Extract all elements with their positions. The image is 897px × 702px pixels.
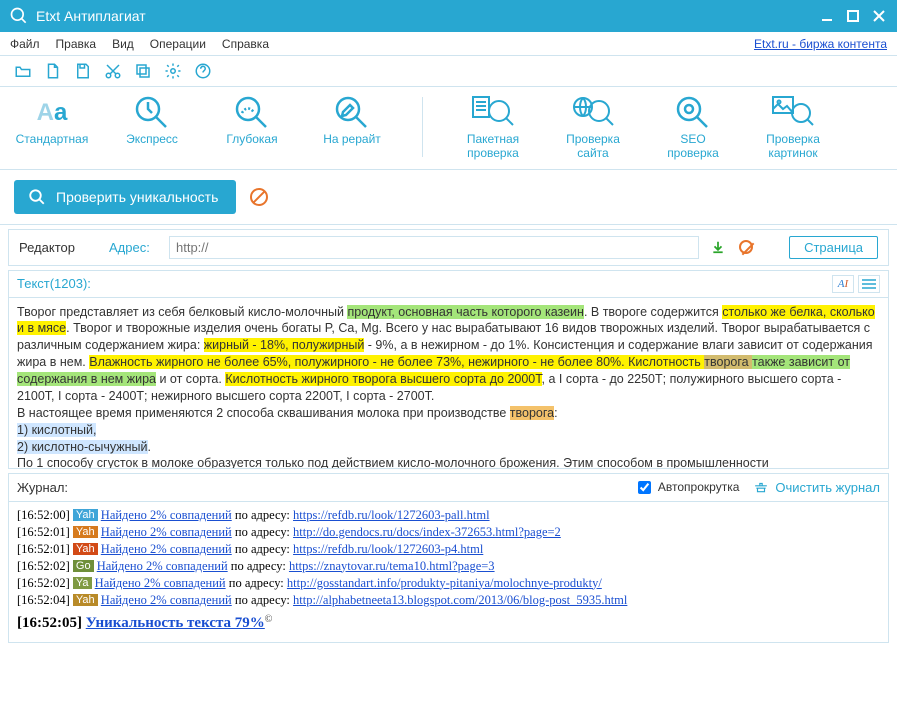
source-badge: Yah xyxy=(73,543,98,555)
log-url[interactable]: https://refdb.ru/look/1272603-p4.html xyxy=(293,542,483,556)
workspace-row: Редактор Адрес: Страница xyxy=(8,229,889,266)
close-button[interactable] xyxy=(869,6,889,26)
log-match-link[interactable]: Найдено 2% совпадений xyxy=(101,542,232,556)
help-icon[interactable] xyxy=(194,62,212,80)
address-label: Адрес: xyxy=(109,240,159,255)
log-timestamp: [16:52:01] xyxy=(17,525,70,539)
menu-file[interactable]: Файл xyxy=(10,37,40,51)
log-url[interactable]: https://znaytovar.ru/tema10.html?page=3 xyxy=(289,559,495,573)
autoscroll-toggle[interactable]: Автопрокрутка xyxy=(634,478,739,497)
log-timestamp: [16:52:02] xyxy=(17,559,70,573)
run-check-button[interactable]: Проверить уникальность xyxy=(14,180,236,214)
address-input[interactable] xyxy=(169,236,699,259)
app-title: Etxt Антиплагиат xyxy=(36,8,146,24)
source-badge: Yah xyxy=(73,526,98,538)
log-url[interactable]: https://refdb.ru/look/1272603-pall.html xyxy=(293,508,490,522)
menu-edit[interactable]: Правка xyxy=(56,37,97,51)
source-badge: Ya xyxy=(73,577,92,589)
log-timestamp: [16:52:04] xyxy=(17,593,70,607)
toolbar xyxy=(0,56,897,87)
stop-button[interactable] xyxy=(250,188,268,206)
copyright-icon: © xyxy=(265,614,273,625)
menu-view[interactable]: Вид xyxy=(112,37,134,51)
lines-button[interactable] xyxy=(858,275,880,293)
save-icon[interactable] xyxy=(74,62,92,80)
new-doc-icon[interactable] xyxy=(44,62,62,80)
log-match-link[interactable]: Найдено 2% совпадений xyxy=(101,525,232,539)
prohibit-icon[interactable] xyxy=(737,238,755,256)
action-bar: Aa Стандартная Экспресс Глубокая На рера… xyxy=(0,87,897,170)
action-batch-label: Пакетная проверка xyxy=(467,133,519,161)
log-timestamp: [16:52:00] xyxy=(17,508,70,522)
result-timestamp: [16:52:05] xyxy=(17,615,86,631)
folder-open-icon[interactable] xyxy=(14,62,32,80)
action-rewrite-label: На рерайт xyxy=(323,133,381,147)
log-body[interactable]: [16:52:00] Yah Найдено 2% совпадений по … xyxy=(9,502,888,642)
source-badge: Yah xyxy=(73,594,98,606)
log-match-link[interactable]: Найдено 2% совпадений xyxy=(97,559,228,573)
page-tab[interactable]: Страница xyxy=(789,236,878,259)
action-batch[interactable]: Пакетная проверка xyxy=(455,93,531,161)
menubar: Файл Правка Вид Операции Справка Etxt.ru… xyxy=(0,32,897,56)
action-rewrite[interactable]: На рерайт xyxy=(314,93,390,147)
log-row: [16:52:04] Yah Найдено 2% совпадений по … xyxy=(17,593,880,608)
log-url[interactable]: http://do.gendocs.ru/docs/index-372653.h… xyxy=(293,525,561,539)
action-express-label: Экспресс xyxy=(126,133,178,147)
editor-label: Редактор xyxy=(19,240,99,255)
log-row: [16:52:02] Go Найдено 2% совпадений по а… xyxy=(17,559,880,574)
log-row: [16:52:01] Yah Найдено 2% совпадений по … xyxy=(17,542,880,557)
titlebar: Etxt Антиплагиат xyxy=(0,0,897,32)
action-seo-label: SEO проверка xyxy=(667,133,719,161)
action-deep-label: Глубокая xyxy=(226,133,277,147)
font-button[interactable]: AI xyxy=(832,275,854,293)
external-link[interactable]: Etxt.ru - биржа контента xyxy=(754,37,887,51)
menu-help[interactable]: Справка xyxy=(222,37,269,51)
log-timestamp: [16:52:02] xyxy=(17,576,70,590)
log-match-link[interactable]: Найдено 2% совпадений xyxy=(101,508,232,522)
app-logo-icon xyxy=(8,5,30,27)
copy-icon[interactable] xyxy=(134,62,152,80)
log-row: [16:52:02] Ya Найдено 2% совпадений по а… xyxy=(17,576,880,591)
check-row: Проверить уникальность xyxy=(0,170,897,225)
separator xyxy=(422,97,423,157)
log-match-link[interactable]: Найдено 2% совпадений xyxy=(101,593,232,607)
log-timestamp: [16:52:01] xyxy=(17,542,70,556)
run-check-label: Проверить уникальность xyxy=(56,189,218,205)
action-seo[interactable]: SEO проверка xyxy=(655,93,731,161)
log-panel: Журнал: Автопрокрутка Очистить журнал [1… xyxy=(8,473,889,643)
clear-log-button[interactable]: Очистить журнал xyxy=(753,480,880,495)
maximize-button[interactable] xyxy=(843,6,863,26)
log-row: [16:52:00] Yah Найдено 2% совпадений по … xyxy=(17,508,880,523)
cut-icon[interactable] xyxy=(104,62,122,80)
action-express[interactable]: Экспресс xyxy=(114,93,190,147)
source-badge: Yah xyxy=(73,509,98,521)
action-images-label: Проверка картинок xyxy=(766,133,820,161)
action-site[interactable]: Проверка сайта xyxy=(555,93,631,161)
settings-icon[interactable] xyxy=(164,62,182,80)
action-images[interactable]: Проверка картинок xyxy=(755,93,831,161)
log-url[interactable]: http://alphabetneeta13.blogspot.com/2013… xyxy=(293,593,627,607)
text-panel: Текст(1203): AI Творог представляет из с… xyxy=(8,270,889,469)
log-title: Журнал: xyxy=(17,480,68,495)
minimize-button[interactable] xyxy=(817,6,837,26)
autoscroll-checkbox[interactable] xyxy=(638,481,651,494)
log-match-link[interactable]: Найдено 2% совпадений xyxy=(95,576,226,590)
log-url[interactable]: http://gosstandart.info/produkty-pitaniy… xyxy=(287,576,602,590)
source-badge: Go xyxy=(73,560,94,572)
action-site-label: Проверка сайта xyxy=(566,133,620,161)
text-panel-title: Текст(1203): xyxy=(17,276,91,291)
menu-ops[interactable]: Операции xyxy=(150,37,206,51)
log-row: [16:52:01] Yah Найдено 2% совпадений по … xyxy=(17,525,880,540)
action-standard[interactable]: Aa Стандартная xyxy=(14,93,90,147)
action-standard-label: Стандартная xyxy=(16,133,89,147)
download-icon[interactable] xyxy=(709,238,727,256)
text-body[interactable]: Творог представляет из себя белковый кис… xyxy=(9,298,888,468)
action-deep[interactable]: Глубокая xyxy=(214,93,290,147)
uniqueness-result[interactable]: Уникальность текста 79% xyxy=(86,615,265,631)
